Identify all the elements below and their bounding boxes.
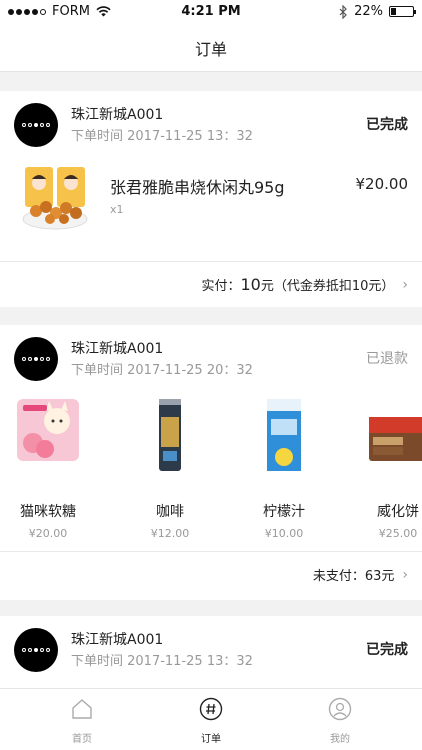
product-tile[interactable]: 咖啡 ¥12.00 — [122, 395, 218, 540]
product-scroller[interactable]: 猫咪软糖 ¥20.00 咖啡 ¥12.00 柠檬汁 ¥10.00 威化饼 ¥25… — [0, 395, 422, 555]
wafer-pack-image — [369, 417, 422, 461]
order-status: 已完成 — [366, 117, 408, 133]
product-tile[interactable]: 威化饼 ¥25.00 — [350, 395, 422, 540]
store-name: 珠江新城A001 — [71, 632, 164, 648]
product-price: ¥20.00 — [28, 527, 68, 540]
product-tile[interactable]: 猫咪软糖 ¥20.00 — [0, 395, 96, 540]
order-time: 下单时间 2017-11-25 20：32 — [71, 363, 253, 378]
voucher-note: （代金券抵扣10元） — [273, 279, 395, 294]
item-price: ¥20.00 — [355, 175, 409, 193]
order-hash-icon — [199, 697, 223, 721]
order-status: 已完成 — [366, 642, 408, 658]
order-card[interactable]: 珠江新城A001 下单时间 2017-11-25 20：32 已退款 猫咪软糖 … — [0, 325, 422, 600]
chevron-right-icon: › — [402, 566, 408, 583]
order-item[interactable]: 张君雅脆串烧休闲丸95g x1 ¥20.00 — [0, 161, 422, 247]
order-footer[interactable]: 未支付：63元 › — [0, 551, 422, 597]
product-name: 咖啡 — [156, 504, 184, 520]
battery-icon — [389, 6, 416, 17]
store-name: 珠江新城A001 — [71, 341, 164, 357]
product-tile[interactable]: 柠檬汁 ¥10.00 — [236, 395, 332, 540]
coffee-can-image — [159, 399, 181, 471]
order-header: 珠江新城A001 下单时间 2017-11-25 13：32 已完成 — [0, 91, 422, 161]
bluetooth-icon — [339, 4, 347, 19]
status-bar: FORM 4:21 PM 22% — [0, 0, 422, 24]
candy-product-image — [17, 399, 79, 461]
order-time: 下单时间 2017-11-25 13：32 — [71, 654, 253, 669]
order-time: 下单时间 2017-11-25 13：32 — [71, 129, 253, 144]
product-price: ¥25.00 — [378, 527, 418, 540]
order-card[interactable]: 珠江新城A001 下单时间 2017-11-25 13：32 已完成 — [0, 616, 422, 696]
tab-profile[interactable]: 我的 — [300, 697, 380, 745]
nav-bar: 订单 — [0, 24, 422, 72]
store-avatar — [14, 628, 58, 672]
snack-product-image — [22, 167, 88, 230]
product-price: ¥10.00 — [264, 527, 304, 540]
paid-label: 实付： — [201, 279, 241, 294]
status-right: 22% — [339, 4, 416, 19]
store-name: 珠江新城A001 — [71, 107, 164, 123]
tab-label: 首页 — [72, 734, 92, 745]
order-header: 珠江新城A001 下单时间 2017-11-25 13：32 已完成 — [0, 616, 422, 686]
store-avatar — [14, 103, 58, 147]
tab-home[interactable]: 首页 — [42, 697, 122, 745]
item-name: 张君雅脆串烧休闲丸95g — [110, 178, 285, 197]
page-title: 订单 — [194, 39, 227, 59]
unpaid-label: 未支付：63元 — [312, 569, 395, 584]
store-avatar — [14, 337, 58, 381]
home-icon — [72, 699, 92, 719]
tab-label: 我的 — [330, 734, 350, 745]
product-name: 猫咪软糖 — [20, 504, 76, 520]
product-name: 柠檬汁 — [263, 504, 305, 520]
order-status: 已退款 — [366, 351, 408, 367]
profile-icon — [328, 697, 352, 721]
product-price: ¥12.00 — [150, 527, 190, 540]
paid-amount: 10 — [240, 275, 261, 294]
order-footer[interactable]: 实付： 10 元 （代金券抵扣10元） › — [0, 261, 422, 307]
tab-label: 订单 — [201, 734, 221, 745]
order-card[interactable]: 珠江新城A001 下单时间 2017-11-25 13：32 已完成 张君雅脆串… — [0, 91, 422, 307]
tab-bar: 首页 订单 我的 — [0, 688, 422, 750]
battery-percent: 22% — [354, 4, 383, 19]
order-header: 珠江新城A001 下单时间 2017-11-25 20：32 已退款 — [0, 325, 422, 395]
paid-unit: 元 — [260, 279, 274, 294]
lemon-juice-box-image — [267, 399, 301, 471]
tab-orders[interactable]: 订单 — [171, 697, 251, 745]
chevron-right-icon: › — [402, 276, 408, 293]
product-name: 威化饼 — [377, 504, 419, 520]
item-quantity: x1 — [110, 203, 124, 216]
